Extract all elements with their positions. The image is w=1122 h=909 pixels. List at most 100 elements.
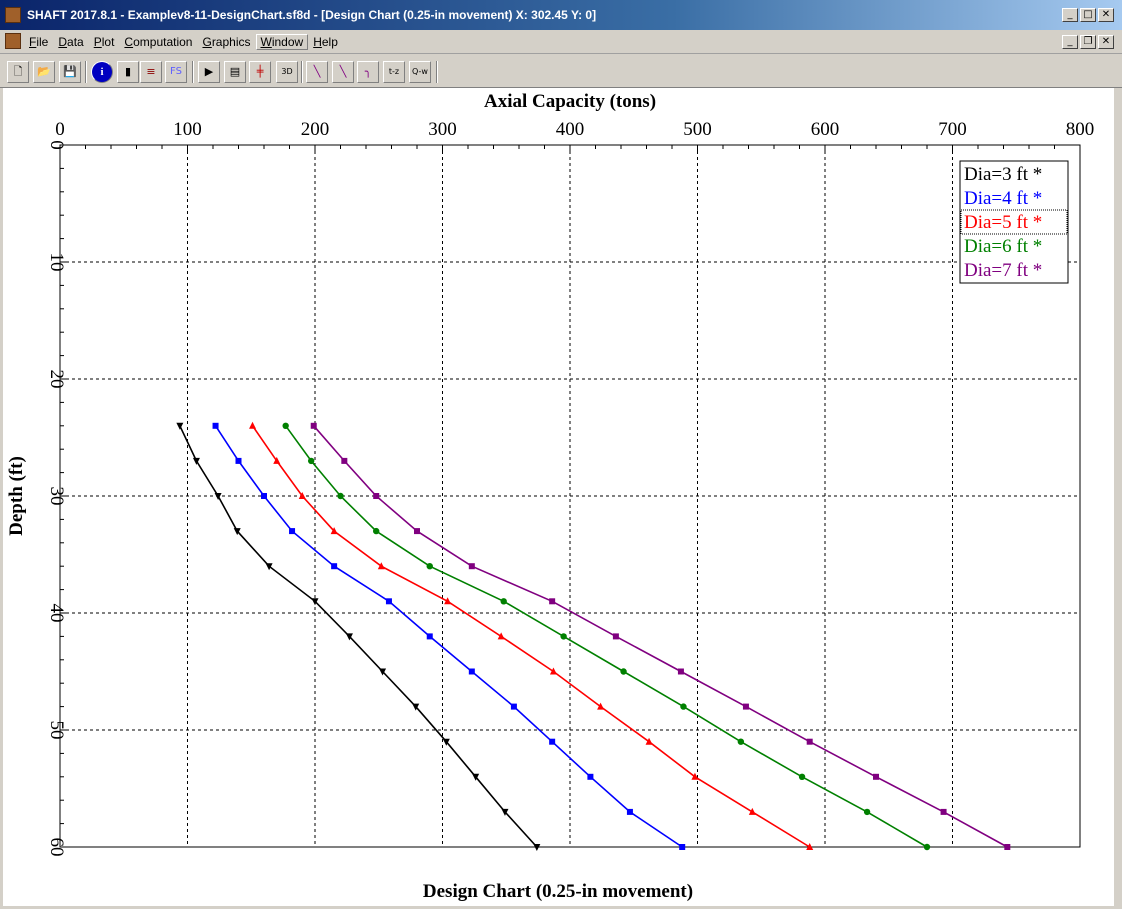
menu-help[interactable]: Help: [308, 34, 343, 50]
menu-computation-accel: C: [124, 35, 134, 49]
title-bar: SHAFT 2017.8.1 - Examplev8-11-DesignChar…: [0, 0, 1122, 30]
data-point: [212, 422, 219, 429]
data-point: [612, 633, 619, 640]
data-point: [587, 773, 594, 780]
chart-title: Design Chart (0.25-in movement): [423, 881, 693, 902]
data-point: [510, 703, 517, 710]
y-axis-label: Depth (ft): [6, 456, 27, 536]
report-icon[interactable]: ▤: [224, 61, 246, 83]
data-point: [873, 773, 879, 780]
plot-curve-2-icon[interactable]: ╲: [332, 61, 354, 83]
data-point: [341, 457, 348, 464]
data-point: [806, 738, 813, 745]
menu-data-accel: D: [58, 35, 68, 49]
minimize-button[interactable]: _: [1062, 8, 1078, 22]
y-tick-label: 30: [46, 487, 67, 506]
x-tick-label: 700: [938, 119, 967, 140]
x-tick-label: 500: [683, 119, 712, 140]
data-point: [742, 703, 749, 710]
legend-entry: Dia=4 ft *: [964, 188, 1042, 209]
data-point: [468, 668, 475, 675]
y-tick-label: 50: [46, 721, 67, 740]
data-point: [549, 598, 556, 605]
plot-curve-1-icon[interactable]: ╲: [306, 61, 328, 83]
toolbar: 🗋 📂 💾 i ▮ ≡ FS ▶ ▤ ╪ 3D ╲ ╲ ╮ t-z Q-w: [0, 54, 1122, 88]
x-tick-label: 600: [811, 119, 840, 140]
x-tick-label: 200: [301, 119, 330, 140]
document-icon[interactable]: [5, 33, 21, 49]
menu-data[interactable]: Data: [53, 34, 88, 50]
maximize-button[interactable]: □: [1080, 8, 1096, 22]
data-point: [426, 563, 433, 570]
data-point: [373, 493, 380, 499]
menu-computation[interactable]: Computation: [119, 34, 197, 50]
child-minimize-button[interactable]: _: [1062, 35, 1078, 49]
open-folder-icon[interactable]: 📂: [33, 61, 55, 83]
data-point: [426, 633, 433, 640]
x-tick-label: 300: [428, 119, 457, 140]
data-point: [385, 598, 392, 605]
3d-view-icon[interactable]: 3D: [276, 61, 298, 83]
data-point: [680, 703, 687, 710]
shaft-icon[interactable]: ▮: [117, 61, 139, 83]
data-point: [679, 844, 686, 850]
menu-plot[interactable]: Plot: [89, 34, 120, 50]
data-point: [863, 808, 871, 816]
data-point: [549, 738, 556, 745]
menu-file[interactable]: File: [24, 34, 53, 50]
info-icon[interactable]: i: [91, 61, 113, 83]
data-point: [373, 527, 380, 535]
y-tick-label: 10: [46, 253, 67, 272]
plot-curve-3-icon[interactable]: ╮: [357, 61, 379, 83]
data-point: [261, 493, 267, 499]
data-point: [923, 843, 931, 851]
menu-window-label: indow: [271, 35, 304, 49]
run-icon[interactable]: ▶: [198, 61, 220, 83]
section-icon[interactable]: ╪: [249, 61, 271, 83]
x-tick-label: 400: [556, 119, 585, 140]
data-point: [677, 668, 684, 675]
menu-plot-accel: P: [93, 35, 102, 49]
data-point: [414, 528, 420, 535]
data-point: [307, 457, 315, 465]
data-point: [310, 422, 317, 429]
shaft-app-icon[interactable]: [5, 7, 21, 23]
menu-window[interactable]: Window: [255, 34, 309, 50]
data-point: [737, 738, 745, 745]
legend-entry: Dia=3 ft *: [964, 164, 1042, 185]
data-point: [282, 422, 289, 429]
toolbar-separator: [436, 61, 438, 83]
child-close-button[interactable]: ✕: [1098, 35, 1114, 49]
window-title: SHAFT 2017.8.1 - Examplev8-11-DesignChar…: [27, 8, 597, 22]
toolbar-separator: [192, 61, 194, 83]
menu-window-accel: W: [260, 35, 272, 49]
qw-curve-icon[interactable]: Q-w: [409, 61, 431, 83]
data-point: [560, 633, 567, 640]
data-point: [289, 528, 296, 535]
legend-entry: Dia=7 ft *: [964, 260, 1042, 281]
menu-graphics-accel: G: [202, 35, 212, 49]
menu-graphics-label: raphics: [211, 35, 251, 49]
data-point: [468, 563, 475, 570]
menu-bar: File Data Plot Computation Graphics Window Hel…: [0, 30, 1122, 54]
legend-entry: Dia=5 ft *: [964, 212, 1042, 233]
y-tick-label: 40: [46, 604, 67, 623]
y-tick-label: 0: [46, 140, 67, 150]
menu-computation-label: omputation: [133, 35, 193, 49]
x-axis-label: Axial Capacity (tons): [484, 91, 656, 112]
data-point: [1004, 844, 1011, 850]
x-tick-label: 0: [55, 119, 65, 140]
data-point: [235, 457, 242, 464]
tz-curve-icon[interactable]: t-z: [383, 61, 405, 83]
menu-help-accel: H: [313, 35, 322, 49]
soil-layers-icon[interactable]: ≡: [140, 61, 162, 83]
y-tick-label: 20: [46, 370, 67, 389]
menu-graphics[interactable]: Graphics: [197, 34, 255, 50]
menu-help-label: elp: [321, 35, 338, 49]
data-point: [798, 773, 806, 780]
fs-icon[interactable]: FS: [165, 61, 187, 83]
close-button[interactable]: ✕: [1098, 8, 1114, 22]
child-restore-button[interactable]: ❐: [1080, 35, 1096, 49]
new-file-icon[interactable]: 🗋: [7, 61, 29, 83]
save-icon[interactable]: 💾: [59, 61, 81, 83]
